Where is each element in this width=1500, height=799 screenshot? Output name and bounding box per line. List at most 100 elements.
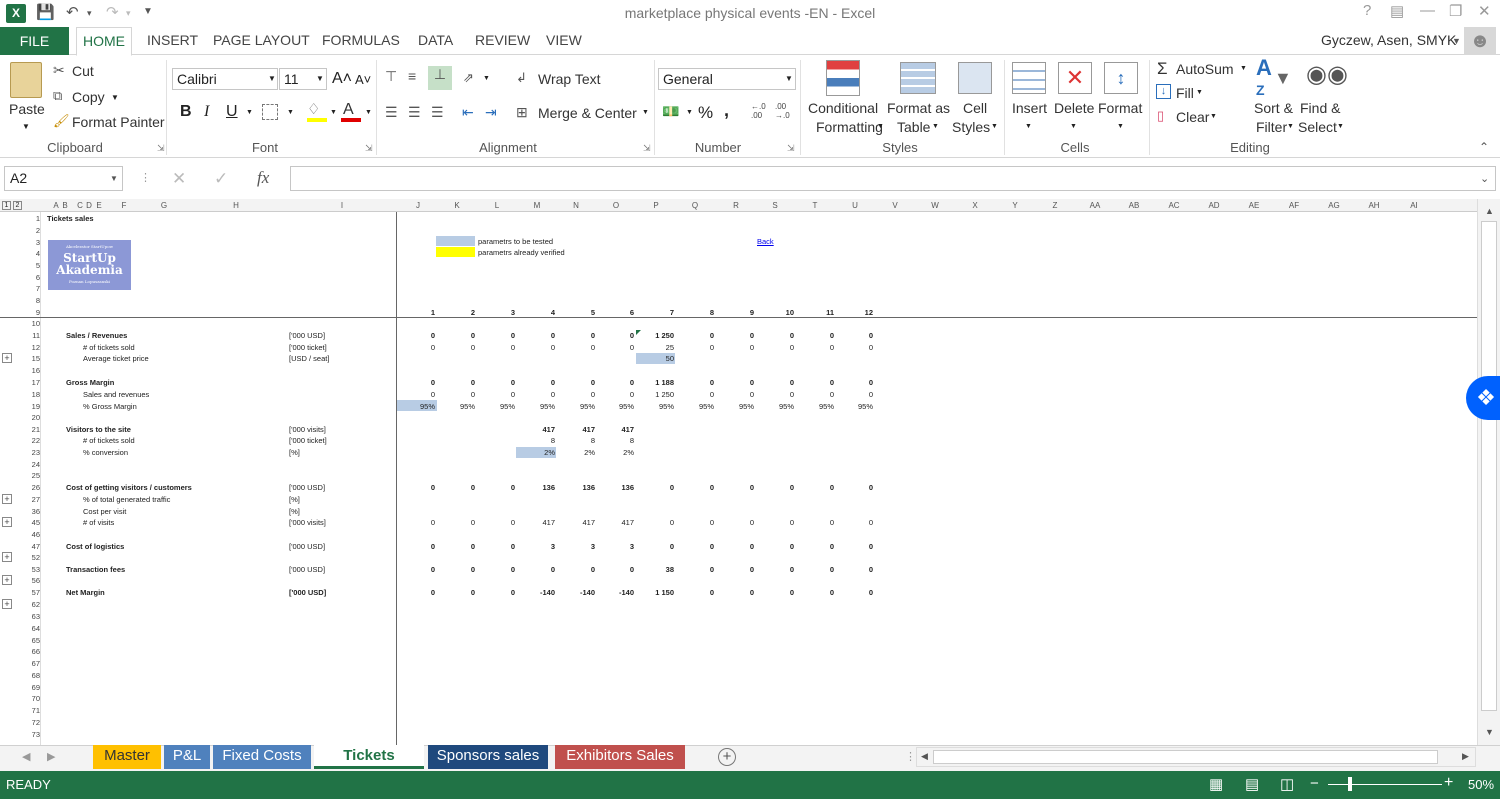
format-table-dropdown-icon[interactable]: ▼ [932, 123, 939, 130]
table-cell[interactable]: 0 [764, 389, 794, 400]
row-header[interactable]: 18 [18, 389, 40, 400]
table-cell[interactable]: 0 [804, 517, 834, 528]
fill-icon[interactable]: ↓ [1156, 84, 1171, 99]
table-cell[interactable]: 0 [565, 342, 595, 353]
paste-dropdown-icon[interactable]: ▼ [22, 122, 30, 131]
row-unit[interactable]: [%] [289, 506, 300, 517]
table-cell[interactable] [565, 494, 595, 505]
row-unit[interactable]: ['000 visits] [289, 424, 326, 435]
row-label[interactable]: Average ticket price [83, 353, 149, 364]
table-cell[interactable]: 417 [565, 424, 595, 435]
tab-review[interactable]: REVIEW [475, 32, 530, 48]
table-cell[interactable]: 0 [485, 541, 515, 552]
table-cell[interactable] [405, 494, 435, 505]
table-cell[interactable]: -140 [604, 587, 634, 598]
table-cell[interactable]: 0 [804, 377, 834, 388]
restore-icon[interactable]: ❐ [1449, 2, 1462, 20]
find-select-label2[interactable]: Select [1298, 119, 1337, 135]
row-header[interactable]: 24 [18, 459, 40, 470]
table-cell[interactable]: 0 [644, 517, 674, 528]
ribbon-display-icon[interactable]: ▤ [1390, 2, 1404, 20]
tab-file[interactable]: FILE [0, 27, 69, 55]
table-cell[interactable]: 0 [724, 517, 754, 528]
filter-funnel-icon[interactable]: ▼ [1274, 68, 1292, 89]
font-name-dropdown-icon[interactable]: ▼ [268, 74, 276, 83]
table-cell[interactable]: 417 [604, 517, 634, 528]
table-cell[interactable]: 95% [445, 401, 475, 412]
column-header[interactable]: O [606, 199, 626, 212]
table-cell[interactable]: 136 [565, 482, 595, 493]
table-cell[interactable] [843, 447, 873, 458]
table-cell[interactable]: 0 [565, 330, 595, 341]
cell-styles-label2[interactable]: Styles [952, 119, 990, 135]
column-header[interactable]: I [332, 199, 352, 212]
table-cell[interactable]: 0 [764, 587, 794, 598]
table-cell[interactable]: 0 [485, 377, 515, 388]
table-cell[interactable]: 95% [565, 401, 595, 412]
month-header[interactable]: 4 [525, 307, 555, 318]
table-cell[interactable]: 0 [684, 342, 714, 353]
collapse-ribbon-icon[interactable]: ⌃ [1479, 140, 1489, 154]
row-unit[interactable]: ['000 ticket] [289, 342, 327, 353]
table-cell[interactable]: 0 [405, 517, 435, 528]
scroll-right-icon[interactable]: ▶ [1462, 751, 1469, 762]
table-cell[interactable]: 0 [764, 564, 794, 575]
table-cell[interactable]: 1 188 [644, 377, 674, 388]
column-header[interactable]: U [845, 199, 865, 212]
scroll-thumb[interactable] [1481, 221, 1497, 711]
table-cell[interactable]: 0 [445, 342, 475, 353]
formula-input[interactable] [290, 166, 1496, 191]
comma-button[interactable]: , [724, 100, 729, 121]
table-cell[interactable]: 95% [804, 401, 834, 412]
clear-icon[interactable]: ▯ [1157, 108, 1164, 124]
sort-filter-icon[interactable]: AZ [1256, 57, 1272, 100]
clipboard-launcher-icon[interactable]: ⇲ [157, 143, 165, 154]
align-right-icon[interactable]: ☰ [431, 104, 444, 121]
table-cell[interactable] [405, 353, 435, 364]
user-name[interactable]: Gyczew, Asen, SMYK [1321, 32, 1456, 48]
table-cell[interactable] [405, 506, 435, 517]
autosum-icon[interactable]: Σ [1157, 59, 1168, 79]
scroll-up-icon[interactable]: ▲ [1485, 206, 1494, 216]
row-header[interactable]: 26 [18, 482, 40, 493]
column-header[interactable]: AC [1164, 199, 1184, 212]
column-header[interactable]: M [527, 199, 547, 212]
table-cell[interactable]: 0 [724, 541, 754, 552]
row-label[interactable]: # of tickets sold [83, 342, 135, 353]
table-cell[interactable]: 0 [843, 564, 873, 575]
horizontal-scrollbar[interactable]: ◀ ▶ [916, 747, 1476, 767]
insert-cells-icon[interactable] [1012, 62, 1046, 94]
row-header[interactable]: 64 [18, 623, 40, 634]
row-label[interactable]: # of tickets sold [83, 435, 135, 446]
name-box-dropdown-icon[interactable]: ▼ [110, 174, 118, 183]
table-cell[interactable]: 0 [445, 482, 475, 493]
row-unit[interactable]: [%] [289, 447, 300, 458]
row-header[interactable]: 68 [18, 670, 40, 681]
increase-indent-icon[interactable]: ⇥ [485, 104, 497, 121]
table-cell[interactable]: 136 [525, 482, 555, 493]
minimize-icon[interactable]: — [1420, 2, 1435, 19]
table-cell[interactable]: 38 [644, 564, 674, 575]
row-header[interactable]: 20 [18, 412, 40, 423]
row-label[interactable]: Sales and revenues [83, 389, 149, 400]
sort-dropdown-icon[interactable]: ▼ [1287, 123, 1294, 130]
expand-formula-bar-icon[interactable]: ⌄ [1480, 172, 1489, 185]
format-cells-icon[interactable]: ↕ [1104, 62, 1138, 94]
table-cell[interactable]: 0 [843, 541, 873, 552]
align-middle-icon[interactable]: ≡ [408, 68, 416, 84]
table-cell[interactable]: 95% [604, 401, 634, 412]
table-cell[interactable]: 25 [644, 342, 674, 353]
row-unit[interactable]: ['000 USD] [289, 541, 325, 552]
fill-dropdown-icon[interactable]: ▼ [330, 109, 337, 116]
table-cell[interactable] [485, 435, 515, 446]
table-cell[interactable] [684, 506, 714, 517]
insert-dropdown-icon[interactable]: ▼ [1025, 123, 1032, 130]
row-label[interactable]: Cost per visit [83, 506, 126, 517]
table-cell[interactable] [485, 494, 515, 505]
row-header[interactable]: 46 [18, 529, 40, 540]
column-header[interactable]: V [885, 199, 905, 212]
scroll-left-icon[interactable]: ◀ [921, 751, 928, 762]
table-cell[interactable]: 0 [604, 389, 634, 400]
borders-dropdown-icon[interactable]: ▼ [287, 109, 294, 116]
table-cell[interactable]: 0 [843, 389, 873, 400]
